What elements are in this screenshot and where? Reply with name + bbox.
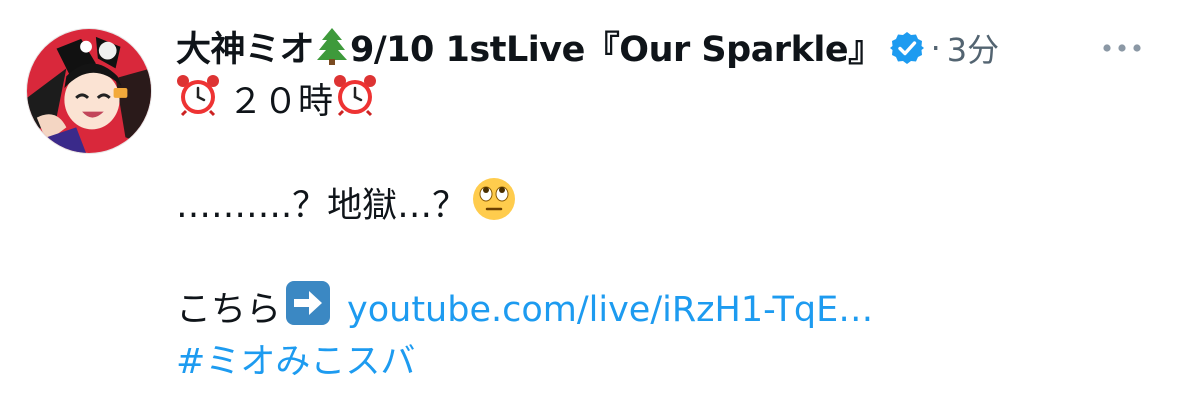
tweet-separator: · <box>930 29 941 67</box>
tweet-line-4: #ミオみこスバ <box>176 336 1136 388</box>
tweet-line-3: こちら youtube.com/live/iRzH1-TqE… <box>176 281 1136 336</box>
avatar[interactable] <box>26 28 152 154</box>
verified-badge-icon <box>889 30 925 66</box>
tweet-line-3-text: こちら <box>176 290 282 330</box>
tweet-line-2-text: ……….？地獄…？ <box>176 186 468 226</box>
display-name-text: 大神ミオ <box>176 29 315 70</box>
tweet: 大神ミオ 9/10 1stLive『Our Sparkle』 · 3分 ２０時 … <box>0 0 1179 401</box>
display-name[interactable]: 大神ミオ 9/10 1stLive『Our Sparkle』 <box>176 21 883 76</box>
alarm-clock-icon <box>176 73 220 131</box>
tweet-timestamp[interactable]: 3分 <box>947 25 999 71</box>
right-arrow-icon <box>285 280 331 340</box>
display-name-text-2: 9/10 1stLive『Our Sparkle』 <box>350 29 883 70</box>
hashtag-link[interactable]: #ミオみこスバ <box>176 337 415 387</box>
tweet-line-spacer <box>176 128 1136 180</box>
tweet-header: 大神ミオ 9/10 1stLive『Our Sparkle』 · 3分 <box>176 24 999 72</box>
tweet-line-1: ２０時 <box>176 73 1136 131</box>
tweet-text: ２０時 ……….？地獄…？ こちら youtube.com/live/iRzH1… <box>176 73 1136 388</box>
tweet-line-1-text: ２０時 <box>228 82 334 122</box>
tree-icon <box>316 26 348 75</box>
alarm-clock-icon-2 <box>333 73 377 131</box>
tweet-line-spacer-2 <box>176 232 1136 284</box>
eye-roll-emoji-icon <box>471 176 517 236</box>
avatar-image <box>27 29 151 153</box>
tweet-line-2: ……….？地獄…？ <box>176 178 1136 232</box>
more-icon[interactable] <box>1099 36 1145 60</box>
tweet-link[interactable]: youtube.com/live/iRzH1-TqE… <box>347 285 873 335</box>
